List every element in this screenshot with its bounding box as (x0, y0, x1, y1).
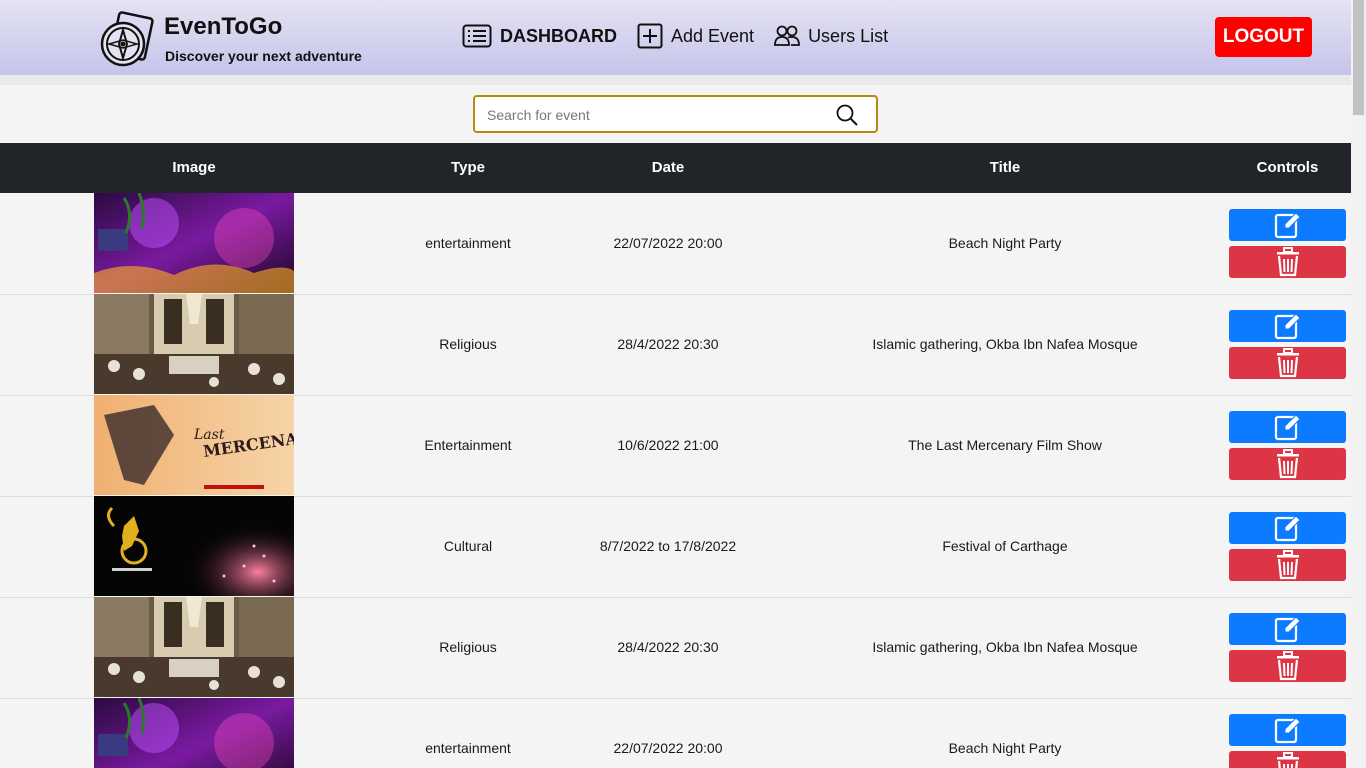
logout-button[interactable]: LOGOUT (1215, 17, 1312, 57)
search-icon[interactable] (836, 104, 858, 126)
edit-icon (1274, 414, 1301, 441)
column-header-type: Type (451, 159, 485, 176)
trash-icon (1276, 348, 1299, 378)
event-image: MERCENARY Last (94, 395, 294, 495)
search-box (473, 95, 878, 133)
nav-dashboard[interactable]: DASHBOARD (462, 24, 617, 48)
header-divider (0, 75, 1351, 85)
delete-button[interactable] (1229, 246, 1346, 278)
event-date: 10/6/2022 21:00 (617, 437, 719, 453)
event-type: Religious (439, 639, 497, 655)
page-scrollbar[interactable] (1351, 0, 1366, 768)
edit-button[interactable] (1229, 209, 1346, 241)
edit-button[interactable] (1229, 714, 1346, 746)
plus-square-icon (637, 23, 663, 49)
event-date: 28/4/2022 20:30 (617, 639, 719, 655)
edit-button[interactable] (1229, 411, 1346, 443)
delete-button[interactable] (1229, 650, 1346, 682)
top-header: EvenToGo Discover your next adventure DA… (0, 0, 1351, 75)
event-type: Cultural (443, 538, 493, 554)
table-row: entertainment 22/07/2022 20:00 Beach Nig… (0, 193, 1351, 295)
table-row: MERCENARY Last Entertainment 10/6/2022 21… (0, 395, 1351, 497)
trash-icon (1276, 449, 1299, 479)
event-image (94, 698, 294, 768)
brand-logo[interactable]: EvenToGo Discover your next adventure (97, 11, 397, 67)
event-title: Islamic gathering, Okba Ibn Nafea Mosque (872, 336, 1138, 352)
users-icon (774, 25, 800, 46)
edit-icon (1274, 616, 1301, 643)
edit-icon (1274, 212, 1301, 239)
event-title: Islamic gathering, Okba Ibn Nafea Mosque (872, 639, 1138, 655)
edit-icon (1274, 515, 1301, 542)
event-type: entertainment (425, 235, 511, 251)
event-image (94, 294, 294, 394)
event-type: Entertainment (424, 437, 512, 453)
nav-users-list[interactable]: Users List (774, 24, 888, 48)
table-row: entertainment 22/07/2022 20:00 Beach Nig… (0, 698, 1351, 768)
table-row: Cultural 8/7/2022 to 17/8/2022 Festival … (0, 496, 1351, 598)
edit-button[interactable] (1229, 310, 1346, 342)
event-image (94, 496, 294, 596)
event-type: Religious (439, 336, 497, 352)
column-header-date: Date (651, 159, 685, 176)
column-header-image: Image (172, 159, 216, 176)
event-date: 22/07/2022 20:00 (613, 235, 723, 251)
events-table-body: entertainment 22/07/2022 20:00 Beach Nig… (0, 193, 1351, 768)
event-title: The Last Mercenary Film Show (908, 437, 1102, 453)
edit-icon (1274, 313, 1301, 340)
edit-icon (1274, 717, 1301, 744)
svg-text:Last: Last (193, 427, 225, 443)
compass-passport-icon (100, 11, 154, 67)
delete-button[interactable] (1229, 751, 1346, 768)
column-header-controls: Controls (1256, 159, 1319, 176)
delete-button[interactable] (1229, 549, 1346, 581)
column-header-title: Title (989, 159, 1021, 176)
event-type: entertainment (425, 740, 511, 756)
nav-add-event[interactable]: Add Event (637, 23, 754, 49)
scrollbar-thumb[interactable] (1353, 0, 1364, 115)
list-icon (462, 24, 492, 48)
event-image (94, 193, 294, 293)
nav-add-event-label: Add Event (671, 25, 755, 46)
event-title: Beach Night Party (948, 740, 1062, 756)
event-image (94, 597, 294, 697)
trash-icon (1276, 550, 1299, 580)
event-title: Festival of Carthage (942, 538, 1068, 554)
table-header: Image Type Date Title Controls (0, 143, 1351, 193)
nav-users-list-label: Users List (808, 25, 889, 46)
edit-button[interactable] (1229, 613, 1346, 645)
event-date: 28/4/2022 20:30 (617, 336, 719, 352)
event-title: Beach Night Party (948, 235, 1062, 251)
trash-icon (1276, 752, 1299, 768)
event-date: 22/07/2022 20:00 (613, 740, 723, 756)
event-date: 8/7/2022 to 17/8/2022 (599, 538, 737, 554)
nav-dashboard-label: DASHBOARD (500, 25, 617, 46)
brand-name: EvenToGo (164, 13, 283, 40)
search-input[interactable] (485, 97, 829, 133)
trash-icon (1276, 651, 1299, 681)
trash-icon (1276, 247, 1299, 277)
brand-tagline: Discover your next adventure (165, 48, 362, 64)
delete-button[interactable] (1229, 347, 1346, 379)
main-nav: DASHBOARD Add Event Users List (462, 22, 908, 50)
edit-button[interactable] (1229, 512, 1346, 544)
delete-button[interactable] (1229, 448, 1346, 480)
table-row: Religious 28/4/2022 20:30 Islamic gather… (0, 294, 1351, 396)
table-row: Religious 28/4/2022 20:30 Islamic gather… (0, 597, 1351, 699)
